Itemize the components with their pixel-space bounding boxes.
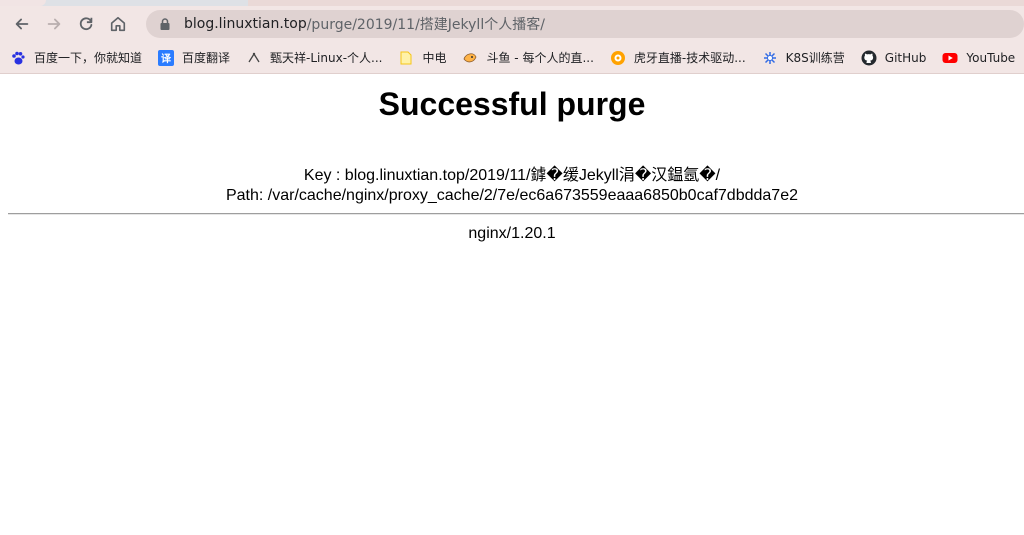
bookmark-label: K8S训练营: [785, 51, 845, 65]
bookmark-k8s[interactable]: K8S训练营: [762, 49, 845, 66]
folder-icon: [398, 50, 414, 66]
github-icon: [861, 50, 877, 66]
server-signature: nginx/1.20.1: [468, 225, 556, 242]
baidu-paw-icon: [10, 50, 26, 66]
bookmark-label: 百度翻译: [182, 51, 231, 65]
page-content: Successful purge Key : blog.linuxtian.to…: [0, 84, 1024, 243]
url-path: /purge/2019/11/搭建Jekyll个人播客/: [306, 17, 545, 33]
tab-strip-background: [248, 0, 1024, 6]
url-host: blog.linuxtian.top: [184, 16, 307, 32]
active-tab[interactable]: [0, 0, 46, 6]
bookmark-douyu[interactable]: 斗鱼 - 每个人的直...: [462, 49, 594, 66]
bookmark-folder-zhongdian[interactable]: 中电: [398, 49, 446, 66]
page-title: Successful purge: [378, 86, 646, 122]
k8s-icon: [762, 50, 778, 66]
forward-button[interactable]: [40, 10, 68, 38]
home-icon: [110, 16, 126, 32]
address-bar[interactable]: blog.linuxtian.top/purge/2019/11/搭建Jekyl…: [146, 10, 1024, 38]
bookmark-label: 百度一下，你就知道: [34, 51, 143, 65]
home-button[interactable]: [104, 10, 132, 38]
bookmark-youtube[interactable]: YouTube: [942, 50, 1015, 66]
divider: [8, 213, 1024, 215]
bookmark-github[interactable]: GitHub: [861, 50, 927, 66]
youtube-icon: [942, 50, 958, 66]
bookmark-baidu[interactable]: 百度一下，你就知道: [10, 49, 142, 66]
blog-favicon-icon: [246, 50, 262, 66]
reload-button[interactable]: [72, 10, 100, 38]
bookmark-baidu-translate[interactable]: 译 百度翻译: [158, 49, 230, 66]
huya-icon: [610, 50, 626, 66]
cache-path-line: Path: /var/cache/nginx/proxy_cache/2/7e/…: [225, 187, 798, 204]
translate-icon: 译: [158, 49, 175, 66]
arrow-right-icon: [47, 18, 61, 30]
cache-key-line: Key : blog.linuxtian.top/2019/11/鎼�缓Jeky…: [303, 167, 721, 184]
reload-icon: [79, 17, 93, 31]
bookmark-label: YouTube: [966, 50, 1016, 65]
arrow-left-icon: [15, 18, 29, 30]
bookmarks-bar: 百度一下，你就知道 译 百度翻译 甄天祥-Linux-个人... 中电 斗鱼 -…: [0, 42, 1024, 74]
back-button[interactable]: [8, 10, 36, 38]
bookmark-label: 中电: [422, 51, 447, 65]
bookmark-blog[interactable]: 甄天祥-Linux-个人...: [246, 49, 382, 66]
bookmark-label: GitHub: [884, 50, 927, 65]
douyu-icon: [462, 50, 478, 66]
bookmark-label: 斗鱼 - 每个人的直...: [486, 51, 594, 65]
bookmark-label: 甄天祥-Linux-个人...: [270, 51, 383, 65]
browser-toolbar: blog.linuxtian.top/purge/2019/11/搭建Jekyl…: [0, 6, 1024, 42]
tab-strip: [0, 0, 1024, 6]
bookmark-huya[interactable]: 虎牙直播-技术驱动...: [610, 49, 746, 66]
bookmark-label: 虎牙直播-技术驱动...: [633, 51, 746, 65]
lock-icon[interactable]: [158, 17, 172, 31]
purge-info: Key : blog.linuxtian.top/2019/11/鎼�缓Jeky…: [0, 166, 1024, 206]
